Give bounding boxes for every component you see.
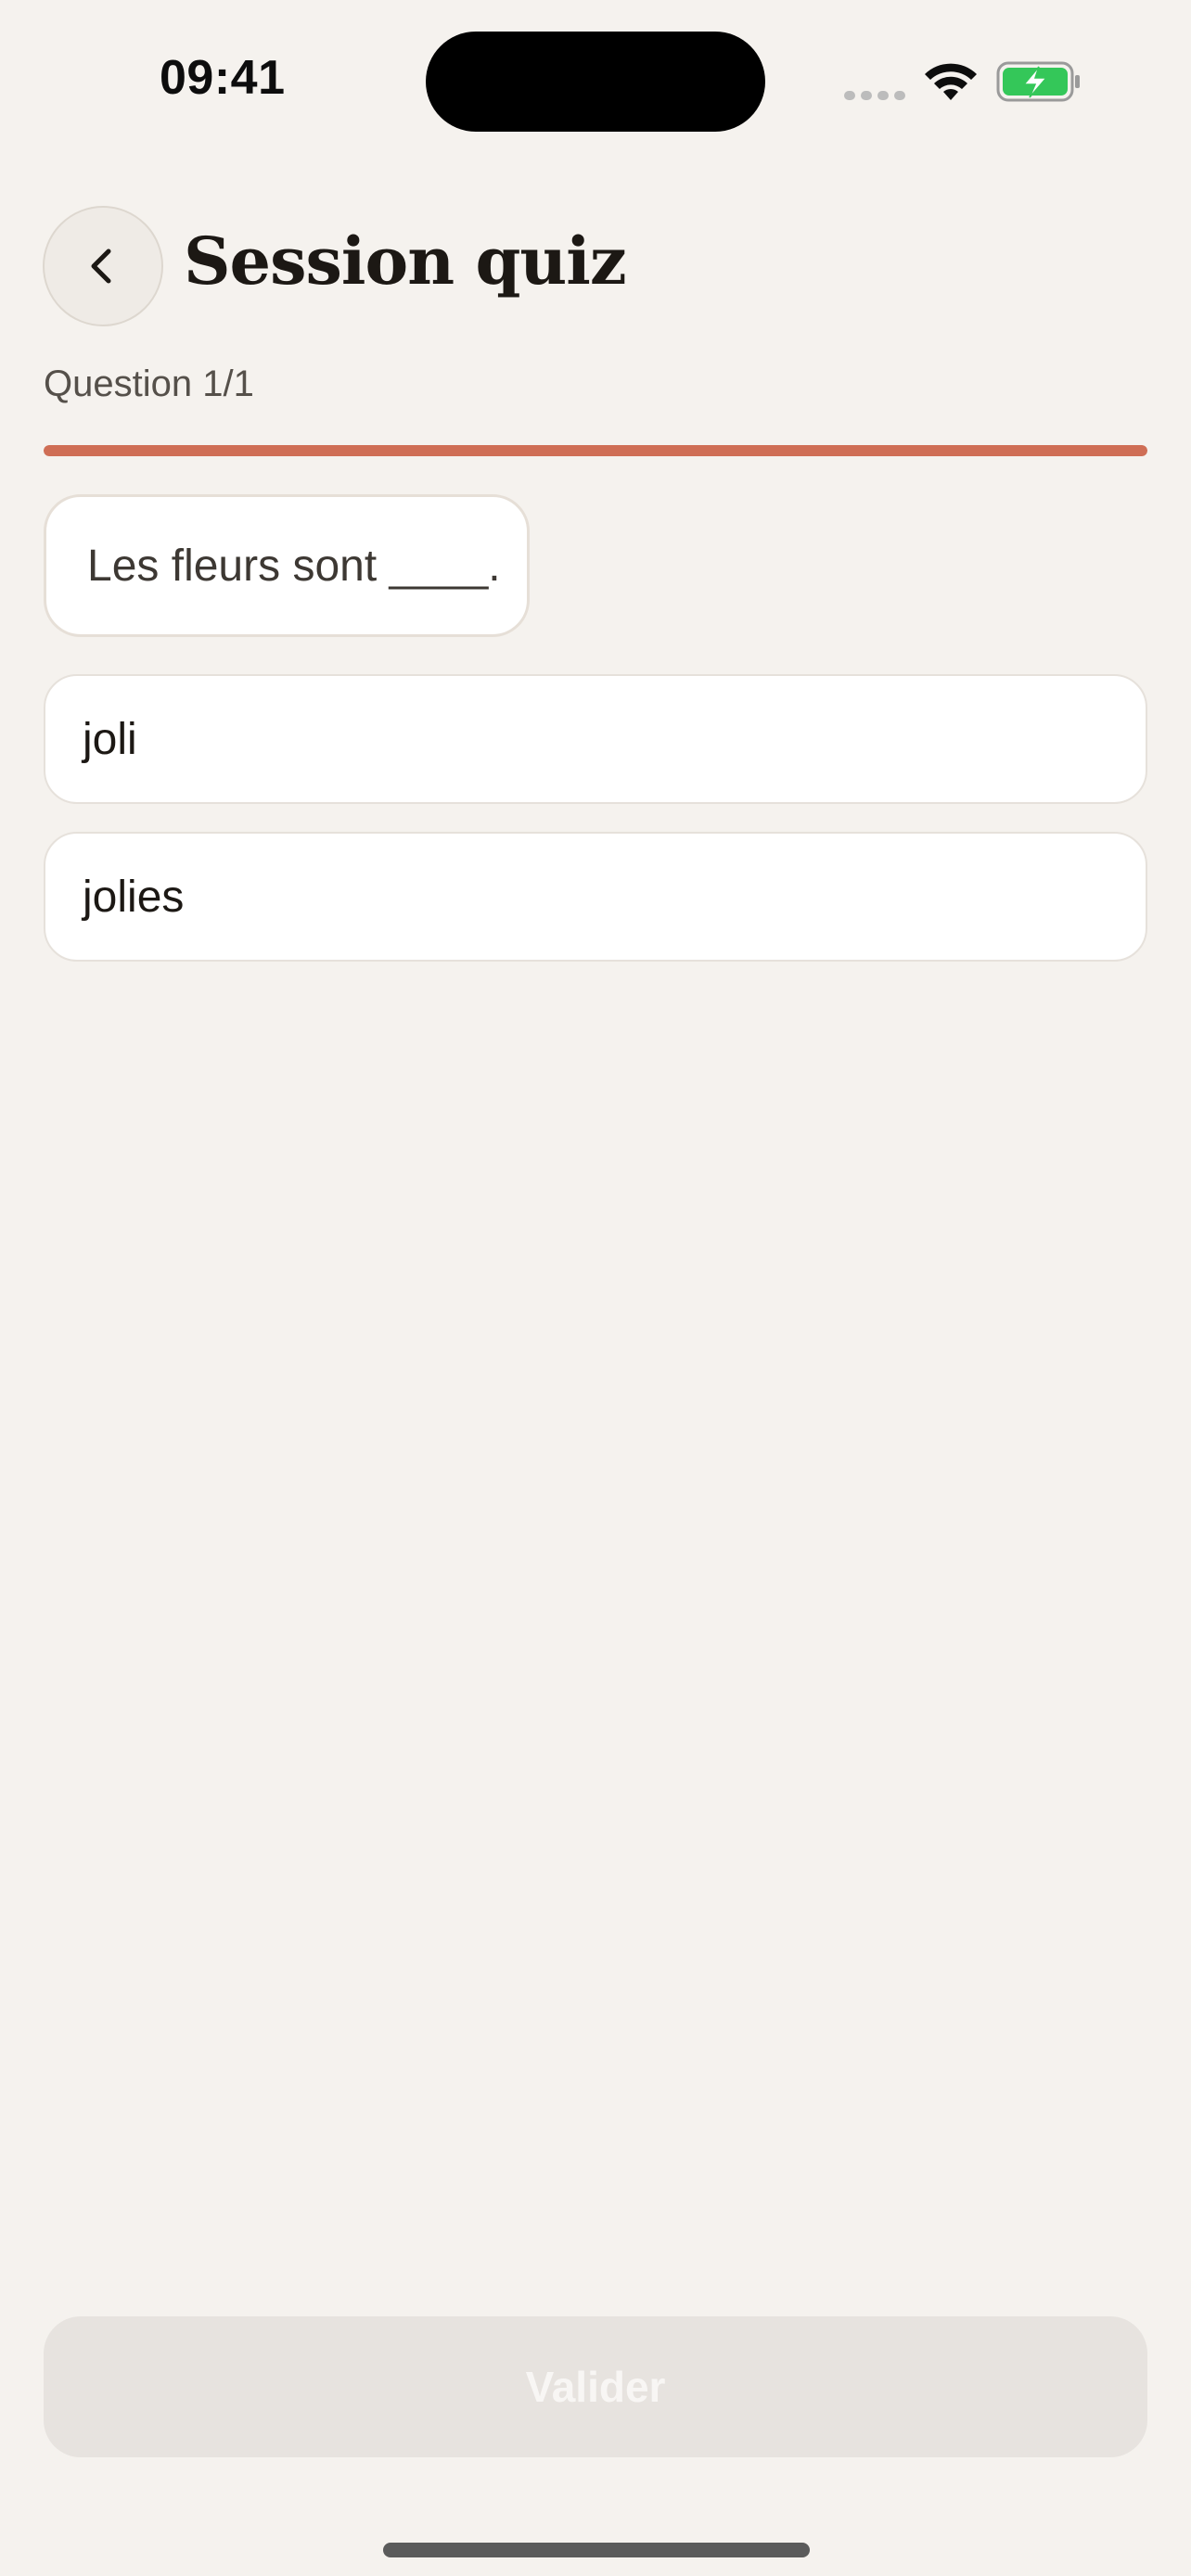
chevron-left-icon [91, 249, 111, 284]
answer-option[interactable]: joli [44, 674, 1147, 804]
home-indicator [383, 2543, 810, 2557]
submit-button[interactable]: Valider [44, 2316, 1147, 2457]
back-button[interactable] [43, 206, 163, 326]
signal-dots-icon [844, 91, 905, 100]
progress-fill [44, 445, 1147, 456]
question-prompt: Les fleurs sont ____. [44, 494, 530, 637]
quiz-screen: 09:41 Session quiz Question 1/1 Les fleu… [0, 0, 1191, 2576]
page-title: Session quiz [184, 223, 627, 300]
status-time: 09:41 [160, 51, 286, 105]
dynamic-island [426, 32, 765, 132]
answer-option[interactable]: jolies [44, 832, 1147, 962]
question-counter: Question 1/1 [44, 363, 254, 404]
battery-charging-icon [996, 61, 1080, 102]
wifi-icon [925, 63, 977, 100]
progress-bar [44, 445, 1147, 456]
